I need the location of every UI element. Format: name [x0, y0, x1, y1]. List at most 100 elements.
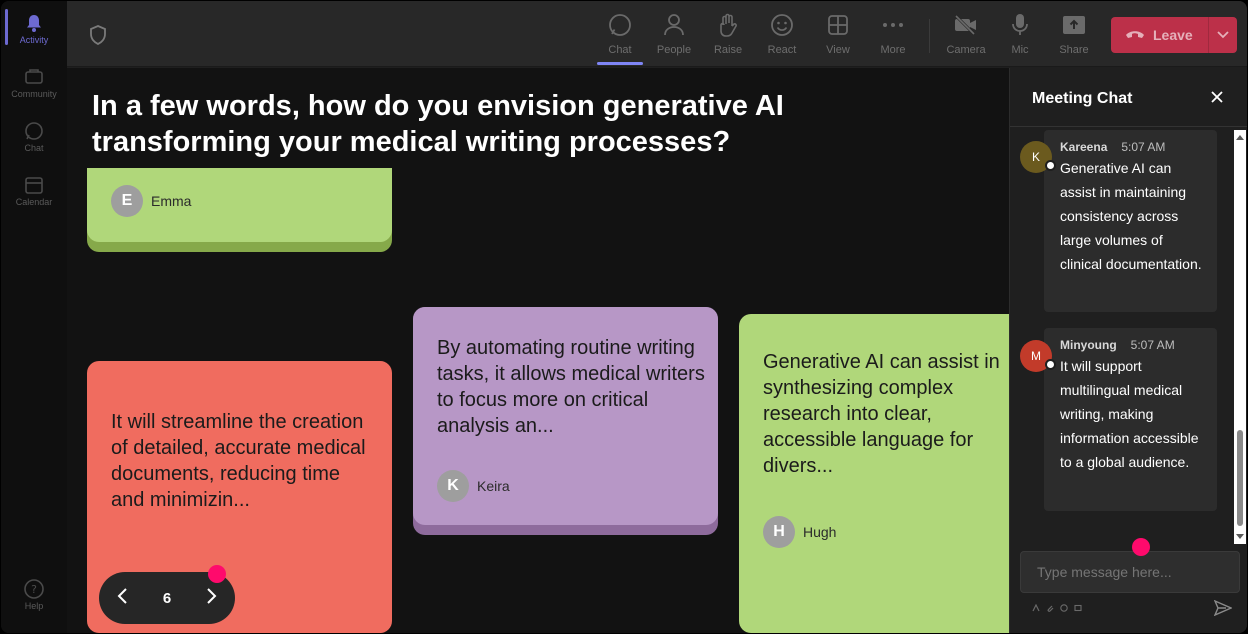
leave-label: Leave — [1153, 27, 1193, 43]
avatar: E — [111, 185, 143, 217]
sender-name: Kareena — [1060, 140, 1108, 154]
toolbar-label: Raise — [713, 44, 743, 56]
avatar: K — [1020, 141, 1056, 173]
toolbar-label: React — [767, 44, 797, 56]
chat-message: Minyoung 5:07 AM It will support multili… — [1044, 328, 1217, 511]
avatar: M — [1020, 340, 1056, 372]
shared-content-stage: In a few words, how do you envision gene… — [67, 68, 1009, 633]
toolbar-raise-button[interactable]: Raise — [705, 11, 751, 61]
toolbar-label: View — [826, 44, 850, 56]
more-icon — [882, 11, 904, 39]
toolbar-label: More — [880, 44, 906, 56]
rail-item-calendar[interactable]: Calendar — [1, 175, 67, 225]
help-icon: ? — [23, 579, 45, 599]
toolbar-label: Share — [1059, 44, 1089, 56]
bell-icon — [23, 13, 45, 33]
format-icon[interactable] — [1032, 604, 1040, 612]
card-author: K Keira — [437, 470, 510, 502]
chat-scrollbar[interactable] — [1234, 130, 1246, 544]
response-card[interactable]: Generative AI can assist in synthesizing… — [739, 314, 1009, 633]
card-text: By automating routine writing tasks, it … — [437, 337, 705, 437]
toolbar-people-button[interactable]: People — [651, 11, 697, 61]
toolbar-share-button[interactable]: Share — [1051, 11, 1097, 61]
smile-icon — [770, 11, 794, 39]
community-icon — [23, 67, 45, 87]
rail-item-community[interactable]: Community — [1, 67, 67, 117]
avatar: K — [437, 470, 469, 502]
mic-icon — [1011, 11, 1029, 39]
attach-icon[interactable] — [1046, 604, 1054, 612]
rail-label: Calendar — [15, 197, 53, 207]
active-tab-indicator — [597, 62, 643, 65]
message-input[interactable] — [1020, 551, 1240, 593]
message-time: 5:07 AM — [1130, 338, 1175, 352]
rail-item-chat[interactable]: Chat — [1, 121, 67, 171]
author-name: Hugh — [803, 524, 837, 540]
card-face: E Emma — [87, 168, 392, 242]
rail-item-activity[interactable]: Activity — [1, 13, 67, 63]
shield-icon[interactable] — [89, 25, 107, 50]
left-rail: Activity Community Chat Calendar ? Help — [1, 1, 67, 633]
page-number: 6 — [162, 589, 172, 607]
response-card[interactable]: By automating routine writing tasks, it … — [413, 307, 718, 535]
status-indicator — [1045, 160, 1056, 171]
toolbar-label: People — [656, 44, 692, 56]
leave-options-button[interactable] — [1209, 26, 1237, 44]
toolbar-label: Camera — [946, 44, 986, 56]
toolbar-view-button[interactable]: View — [815, 11, 861, 61]
avatar: H — [763, 516, 795, 548]
chevron-down-icon — [1217, 26, 1229, 44]
format-toolbar — [1032, 604, 1082, 612]
leave-button[interactable]: Leave — [1111, 17, 1237, 53]
chevron-right-icon[interactable] — [206, 587, 218, 610]
phone-hangup-icon — [1125, 27, 1145, 43]
response-card[interactable]: E Emma — [87, 168, 392, 252]
divider — [1010, 126, 1247, 127]
scrollbar-thumb[interactable] — [1237, 430, 1243, 526]
chat-icon — [23, 121, 45, 141]
card-text: It will streamline the creation of detai… — [111, 411, 366, 511]
rail-label: Activity — [19, 35, 49, 45]
message-text: Generative AI can assist in maintaining … — [1060, 160, 1202, 272]
card-face: By automating routine writing tasks, it … — [413, 307, 718, 525]
meeting-toolbar: Chat People Raise React View More Camera… — [67, 1, 1247, 67]
toolbar-react-button[interactable]: React — [759, 11, 805, 61]
share-icon — [1062, 11, 1086, 39]
toolbar-mic-button[interactable]: Mic — [997, 11, 1043, 61]
toolbar-more-button[interactable]: More — [870, 11, 916, 61]
message-time: 5:07 AM — [1121, 140, 1166, 154]
scroll-up-icon[interactable] — [1236, 134, 1244, 140]
toolbar-divider — [929, 19, 930, 53]
author-name: Emma — [151, 193, 192, 209]
rail-label: Help — [24, 601, 44, 611]
scroll-down-icon[interactable] — [1236, 534, 1244, 540]
author-name: Keira — [477, 478, 510, 494]
panel-title: Meeting Chat — [1032, 90, 1133, 107]
svg-text:?: ? — [31, 583, 37, 596]
card-author: H Hugh — [763, 516, 836, 548]
question-title: In a few words, how do you envision gene… — [92, 90, 784, 158]
card-text: Generative AI can assist in synthesizing… — [763, 351, 1000, 477]
send-icon[interactable] — [1213, 599, 1233, 621]
leave-main[interactable]: Leave — [1111, 17, 1209, 53]
toolbar-camera-button[interactable]: Camera — [943, 11, 989, 61]
gif-icon[interactable] — [1074, 604, 1082, 612]
camera-off-icon — [953, 11, 979, 39]
rail-label: Community — [11, 89, 57, 99]
chat-message: Kareena 5:07 AM Generative AI can assist… — [1044, 130, 1217, 312]
avatar-initial: M — [1031, 349, 1041, 363]
grid-icon — [827, 11, 849, 39]
emoji-icon[interactable] — [1060, 604, 1068, 612]
meeting-chat-panel: Meeting Chat Kareena 5:07 AM Generative … — [1009, 68, 1247, 633]
chevron-left-icon[interactable] — [116, 587, 128, 610]
rail-item-help[interactable]: ? Help — [1, 579, 67, 629]
cursor-indicator — [1132, 538, 1150, 556]
people-icon — [663, 11, 685, 39]
chat-icon — [608, 11, 632, 39]
calendar-icon — [23, 175, 45, 195]
cursor-indicator — [208, 565, 226, 583]
toolbar-chat-button[interactable]: Chat — [597, 11, 643, 61]
sender-name: Minyoung — [1060, 338, 1117, 352]
app-window: Activity Community Chat Calendar ? Help — [1, 1, 1247, 633]
close-icon[interactable] — [1210, 90, 1224, 109]
